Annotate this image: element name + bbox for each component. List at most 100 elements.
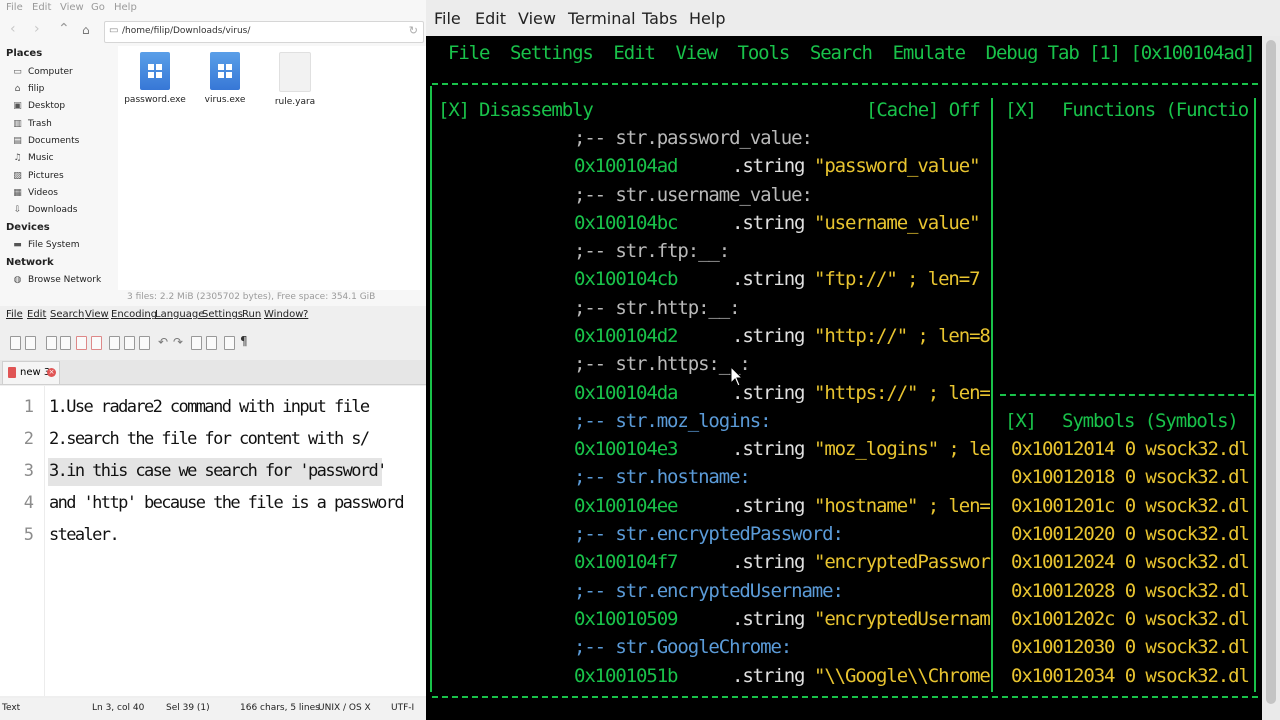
sidebar-item-filip[interactable]: ⌂ filip bbox=[12, 81, 45, 97]
term-menu-help[interactable]: Help bbox=[689, 9, 725, 28]
terminal-screen[interactable]: File Settings Edit View Tools Search Emu… bbox=[426, 36, 1262, 720]
disasm-address[interactable]: 0x100104f7 bbox=[574, 551, 678, 573]
network-heading: Network bbox=[6, 257, 54, 268]
disasm-address[interactable]: 0x10010509 bbox=[574, 608, 678, 630]
tab-new-3[interactable]: new 3 × bbox=[2, 361, 60, 384]
r2-menubar[interactable]: File Settings Edit View Tools Search Emu… bbox=[448, 42, 1256, 64]
disasm-address[interactable]: 0x1001051b bbox=[574, 665, 678, 687]
term-menu-tabs[interactable]: Tabs bbox=[642, 9, 677, 28]
sidebar-item-label: Browse Network bbox=[28, 275, 102, 285]
show-all-chars-icon[interactable]: ¶ bbox=[240, 334, 248, 348]
symbol-row[interactable]: 0x10012030 0 wsock32.dl bbox=[1011, 636, 1250, 658]
disasm-address[interactable]: 0x100104ee bbox=[574, 495, 678, 517]
undo-icon[interactable]: ↶ bbox=[158, 335, 168, 349]
fm-menu-file[interactable]: File bbox=[6, 2, 23, 13]
editor-menu-encoding[interactable]: Encoding bbox=[111, 309, 157, 320]
editor-menu-run[interactable]: Run bbox=[242, 309, 261, 320]
fm-menu-help[interactable]: Help bbox=[114, 2, 137, 13]
location-bar[interactable]: ▭ /home/filip/Downloads/virus/ ↻ bbox=[104, 21, 424, 43]
editor-line: 2.search the file for content with s/ bbox=[49, 429, 370, 449]
sidebar-item-documents[interactable]: ▤ Documents bbox=[12, 133, 79, 149]
editor-menu-settings[interactable]: Settings bbox=[202, 309, 243, 320]
symbol-row[interactable]: 0x10012018 0 wsock32.dl bbox=[1011, 466, 1250, 488]
sidebar-item-trash[interactable]: ▥ Trash bbox=[12, 116, 52, 132]
reload-icon[interactable]: ↻ bbox=[409, 24, 418, 37]
sidebar-item-downloads[interactable]: ⇩ Downloads bbox=[12, 202, 78, 218]
editor-menu-help[interactable]: ? bbox=[303, 309, 308, 320]
redo-icon[interactable]: ↷ bbox=[173, 335, 183, 349]
symbol-row[interactable]: 0x1001202c 0 wsock32.dl bbox=[1011, 608, 1250, 630]
close-panel-button[interactable]: [X] bbox=[1005, 99, 1037, 121]
close-panel-button[interactable]: [X] bbox=[438, 99, 470, 121]
editor-menu-language[interactable]: Language bbox=[155, 309, 204, 320]
paste-icon[interactable] bbox=[139, 336, 150, 350]
save-icon[interactable] bbox=[46, 336, 57, 350]
sidebar-item-browse-network[interactable]: ◍ Browse Network bbox=[12, 272, 102, 288]
symbol-row[interactable]: 0x10012024 0 wsock32.dl bbox=[1011, 551, 1250, 573]
editor-line: stealer. bbox=[49, 525, 120, 545]
close-file-icon[interactable] bbox=[76, 336, 87, 350]
disasm-address[interactable]: 0x100104cb bbox=[574, 268, 678, 290]
disasm-flag: ;-- str.password_value: bbox=[574, 127, 813, 149]
editor-menu-file[interactable]: File bbox=[6, 309, 23, 320]
disasm-address[interactable]: 0x100104d2 bbox=[574, 325, 678, 347]
editor-menu-search[interactable]: Search bbox=[50, 309, 84, 320]
term-menu-edit[interactable]: Edit bbox=[475, 9, 506, 28]
editor-line: 3.in this case we search for 'password' bbox=[49, 461, 387, 481]
symbol-row[interactable]: 0x10012034 0 wsock32.dl bbox=[1011, 665, 1250, 687]
editor-menu-edit[interactable]: Edit bbox=[27, 309, 46, 320]
fm-menu-view[interactable]: View bbox=[60, 2, 84, 13]
line-number: 1 bbox=[23, 397, 34, 417]
symbol-row[interactable]: 0x10012020 0 wsock32.dl bbox=[1011, 523, 1250, 545]
term-menu-view[interactable]: View bbox=[518, 9, 556, 28]
home-icon[interactable]: ⌂ bbox=[82, 23, 90, 37]
new-file-icon[interactable] bbox=[10, 336, 21, 350]
symbol-row[interactable]: 0x1001201c 0 wsock32.dl bbox=[1011, 495, 1250, 517]
close-panel-button[interactable]: [X] bbox=[1005, 410, 1037, 432]
scrollbar-thumb[interactable] bbox=[1266, 40, 1276, 704]
fm-menu-edit[interactable]: Edit bbox=[32, 2, 51, 13]
file-item[interactable]: virus.exe bbox=[189, 52, 261, 105]
disasm-address[interactable]: 0x100104e3 bbox=[574, 438, 678, 460]
disasm-address[interactable]: 0x100104bc bbox=[574, 212, 678, 234]
cut-icon[interactable] bbox=[109, 336, 120, 350]
zoom-in-icon[interactable] bbox=[191, 336, 202, 350]
editor-menu-window[interactable]: Window bbox=[264, 309, 303, 320]
copy-icon[interactable] bbox=[124, 336, 135, 350]
disasm-address[interactable]: 0x100104da bbox=[574, 382, 678, 404]
word-wrap-icon[interactable] bbox=[224, 336, 235, 350]
sidebar-item-videos[interactable]: ▦ Videos bbox=[12, 185, 58, 201]
mouse-cursor-icon bbox=[730, 366, 744, 387]
file-item[interactable]: rule.yara bbox=[259, 52, 331, 107]
symbol-row[interactable]: 0x10012028 0 wsock32.dl bbox=[1011, 580, 1250, 602]
disasm-address[interactable]: 0x100104ad bbox=[574, 155, 678, 177]
close-all-icon[interactable] bbox=[91, 336, 102, 350]
forward-icon[interactable]: › bbox=[34, 21, 40, 37]
back-icon[interactable]: ‹ bbox=[10, 21, 16, 37]
panel-border bbox=[432, 696, 1258, 698]
editor-menu-view[interactable]: View bbox=[85, 309, 109, 320]
disasm-op: .string bbox=[732, 212, 805, 234]
zoom-out-icon[interactable] bbox=[206, 336, 217, 350]
sidebar-item-desktop[interactable]: ▣ Desktop bbox=[12, 98, 65, 114]
close-tab-icon[interactable]: × bbox=[47, 368, 56, 377]
music-icon: ♫ bbox=[13, 153, 22, 163]
file-item[interactable]: password.exe bbox=[119, 52, 191, 105]
sidebar-item-file-system[interactable]: ▬ File System bbox=[12, 237, 79, 253]
term-menu-file[interactable]: File bbox=[434, 9, 461, 28]
devices-heading: Devices bbox=[6, 222, 50, 233]
sidebar-item-music[interactable]: ♫ Music bbox=[12, 150, 54, 166]
folder-icon: ▭ bbox=[109, 25, 119, 36]
editor-menubar: File Edit Search View Encoding Language … bbox=[0, 306, 426, 326]
save-all-icon[interactable] bbox=[60, 336, 71, 350]
sidebar-item-computer[interactable]: ▭ Computer bbox=[12, 64, 73, 80]
term-menu-terminal[interactable]: Terminal bbox=[568, 9, 636, 28]
up-icon[interactable]: ⌃ bbox=[58, 21, 70, 37]
disasm-arg: "\\Google\\Chrome bbox=[814, 665, 991, 687]
fm-menu-go[interactable]: Go bbox=[91, 2, 105, 13]
desktop-icon: ▣ bbox=[13, 101, 22, 111]
symbol-row[interactable]: 0x10012014 0 wsock32.dl bbox=[1011, 438, 1250, 460]
sidebar-item-pictures[interactable]: ▨ Pictures bbox=[12, 168, 63, 184]
open-file-icon[interactable] bbox=[25, 336, 36, 350]
sidebar-item-label: Music bbox=[28, 153, 54, 163]
